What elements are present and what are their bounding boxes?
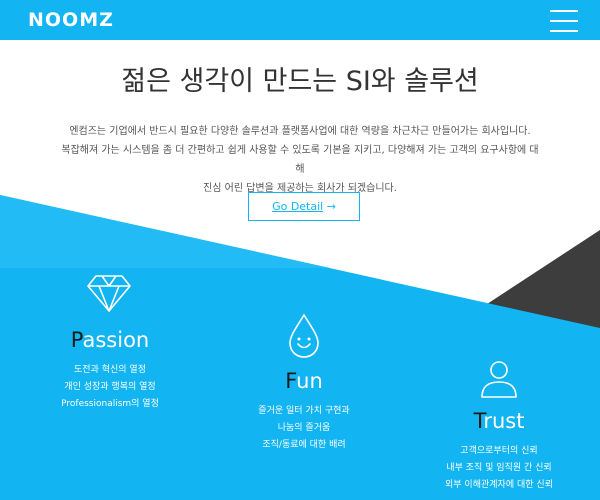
- value-item: Professionalism의 열정: [61, 399, 159, 409]
- value-item: 즐거운 일터 가치 구현과: [258, 406, 350, 416]
- value-item: 외부 이해관계자에 대한 신뢰: [445, 480, 553, 490]
- smiling-drop-icon: [289, 313, 319, 358]
- arrow-right-icon: →: [326, 200, 336, 213]
- value-trust: Trust 고객으로부터의 신뢰 내부 조직 및 임직원 간 신뢰 외부 이해관…: [419, 407, 579, 494]
- go-detail-button[interactable]: Go Detail →: [248, 192, 360, 221]
- value-title: Passion: [70, 328, 150, 352]
- value-item: 개인 성장과 행복의 열정: [64, 382, 156, 392]
- go-detail-label: Go Detail: [272, 200, 324, 213]
- hamburger-menu-icon[interactable]: [550, 6, 580, 36]
- value-item: 조직/동료에 대한 배려: [262, 440, 346, 450]
- person-icon: [481, 361, 517, 398]
- logo[interactable]: NOOMZ: [28, 8, 114, 32]
- value-passion: Passion 도전과 혁신의 열정 개인 성장과 행복의 열정 Profess…: [30, 326, 190, 413]
- value-fun: Fun 즐거운 일터 가치 구현과 나눔의 즐거움 조직/동료에 대한 배려: [224, 367, 384, 454]
- value-item: 나눔의 즐거움: [277, 423, 331, 433]
- value-item: 도전과 혁신의 열정: [74, 365, 146, 375]
- hero-description: 엔컴즈는 기업에서 반드시 필요한 다양한 솔루션과 플랫폼사업에 대한 역량을…: [61, 126, 539, 194]
- value-item: 내부 조직 및 임직원 간 신뢰: [446, 463, 552, 473]
- header-bar: NOOMZ: [0, 0, 600, 40]
- diamond-icon: [87, 275, 131, 312]
- page-title: 젊은 생각이 만드는 SI와 솔루션: [121, 66, 479, 97]
- value-title: Fun: [285, 369, 323, 393]
- value-title: Trust: [473, 409, 525, 433]
- value-item: 고객으로부터의 신뢰: [460, 446, 538, 456]
